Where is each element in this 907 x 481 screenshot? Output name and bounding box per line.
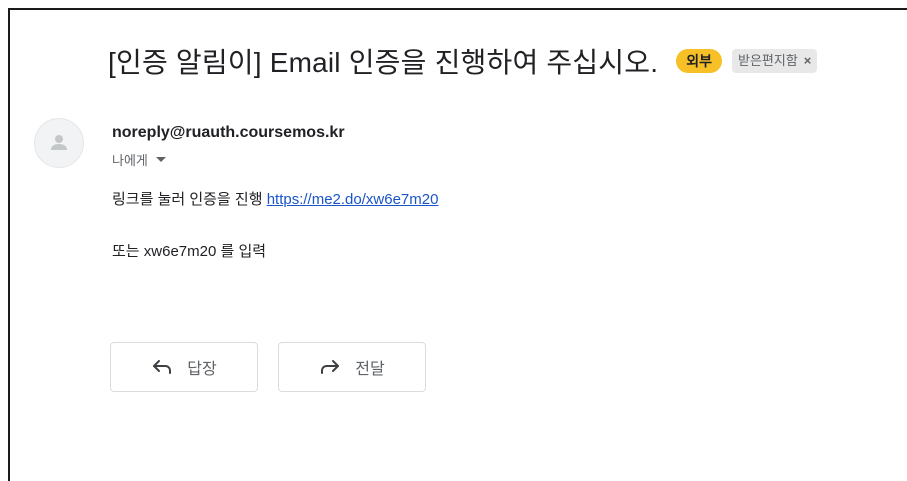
- recipient-dropdown[interactable]: 나에게: [112, 150, 166, 169]
- reply-arrow-icon: [151, 359, 173, 375]
- verification-link[interactable]: https://me2.do/xw6e7m20: [267, 191, 439, 208]
- email-subject: [인증 알림이] Email 인증을 진행하여 주십시오.: [108, 47, 659, 78]
- forward-button[interactable]: 전달: [278, 342, 426, 392]
- external-label-badge: 외부: [676, 49, 722, 73]
- sender-avatar[interactable]: [34, 118, 84, 168]
- remove-label-icon[interactable]: ×: [804, 52, 812, 70]
- subject-row: [인증 알림이] Email 인증을 진행하여 주십시오. 외부 받은편지함 ×: [108, 40, 818, 82]
- inbox-label-text: 받은편지함: [737, 53, 798, 68]
- body-line-1-text: 링크를 눌러 인증을 진행: [112, 191, 263, 208]
- caret-down-icon: [155, 157, 166, 162]
- person-icon: [51, 135, 67, 150]
- recipient-label: 나에게: [112, 153, 148, 168]
- email-body-line-2: 또는 xw6e7m20 를 입력: [112, 243, 267, 260]
- forward-label: 전달: [355, 361, 385, 378]
- email-body-line-1: 링크를 눌러 인증을 진행 https://me2.do/xw6e7m20: [112, 188, 438, 209]
- forward-arrow-icon: [319, 359, 341, 375]
- reply-label: 답장: [187, 361, 217, 378]
- reply-button[interactable]: 답장: [110, 342, 258, 392]
- inbox-label-chip: 받은편지함 ×: [731, 49, 818, 73]
- sender-address: noreply@ruauth.coursemos.kr: [112, 124, 345, 141]
